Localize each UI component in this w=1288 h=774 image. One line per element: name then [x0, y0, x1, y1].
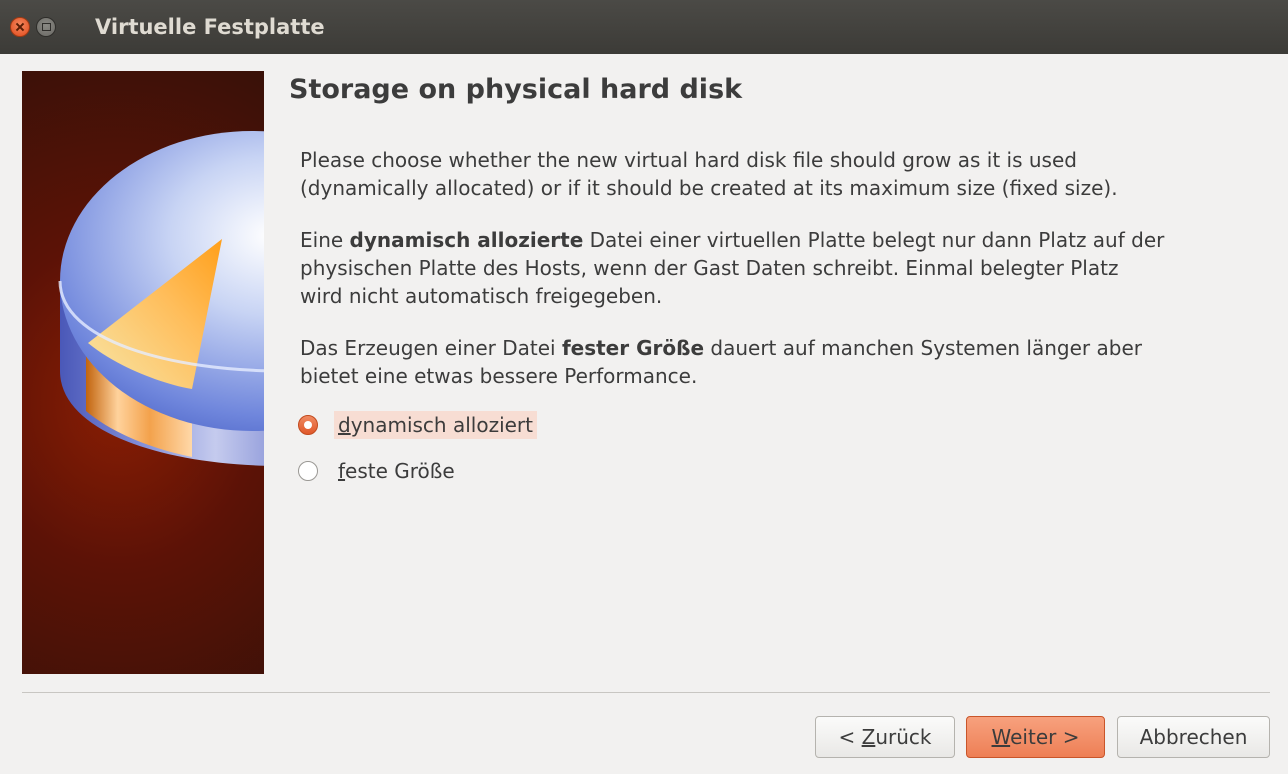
- maximize-icon[interactable]: [36, 17, 56, 37]
- description-line: (dynamically allocated) or if it should …: [300, 176, 1118, 200]
- description-paragraph-2: Eine dynamisch allozierte Datei einer vi…: [300, 226, 1270, 310]
- radio-fixed-option[interactable]: feste Größe: [298, 454, 459, 488]
- radio-dynamic-option[interactable]: dynamisch alloziert: [298, 408, 537, 442]
- page-title: Storage on physical hard disk: [289, 74, 743, 105]
- hard-disk-illustration: [22, 71, 264, 674]
- back-button[interactable]: < Zurück: [815, 716, 955, 758]
- radio-dynamic-label[interactable]: dynamisch alloziert: [334, 411, 537, 439]
- mnemonic-letter: d: [338, 413, 351, 437]
- cancel-button[interactable]: Abbrechen: [1117, 716, 1270, 758]
- mnemonic-letter: f: [338, 459, 346, 483]
- description-line: Please choose whether the new virtual ha…: [300, 148, 1077, 172]
- radio-button-selected[interactable]: [298, 415, 318, 435]
- title-bar[interactable]: Virtuelle Festplatte: [0, 0, 1288, 54]
- description-line: physischen Platte des Hosts, wenn der Ga…: [300, 256, 1119, 280]
- text-segment: Eine: [300, 228, 350, 252]
- description-line: Das Erzeugen einer Datei fester Größe da…: [300, 334, 1270, 362]
- mnemonic-letter: Z: [861, 725, 876, 749]
- emphasis-text: dynamisch allozierte: [349, 228, 584, 252]
- description-line: Eine dynamisch allozierte Datei einer vi…: [300, 226, 1270, 254]
- text-segment: dauert auf manchen Systemen länger aber: [704, 336, 1142, 360]
- label-text: <: [838, 725, 862, 749]
- description-line: bietet eine etwas bessere Performance.: [300, 364, 698, 388]
- next-button[interactable]: Weiter >: [966, 716, 1105, 758]
- label-text: eiter >: [1010, 725, 1080, 749]
- dialog-window: Virtuelle Festplatte Storage on physical…: [0, 0, 1288, 774]
- radio-button-unselected[interactable]: [298, 461, 318, 481]
- divider: [22, 692, 1270, 693]
- mnemonic-letter: W: [991, 725, 1011, 749]
- window-title: Virtuelle Festplatte: [95, 15, 325, 39]
- label-text: urück: [875, 725, 932, 749]
- label-text: ynamisch alloziert: [350, 413, 533, 437]
- text-segment: Das Erzeugen einer Datei: [300, 336, 562, 360]
- description-line: wird nicht automatisch freigegeben.: [300, 284, 663, 308]
- description-paragraph-3: Das Erzeugen einer Datei fester Größe da…: [300, 334, 1270, 390]
- emphasis-text: fester Größe: [561, 336, 705, 360]
- description-paragraph-1: Please choose whether the new virtual ha…: [300, 146, 1270, 202]
- label-text: este Größe: [345, 459, 455, 483]
- text-segment: Datei einer virtuellen Platte belegt nur…: [583, 228, 1165, 252]
- radio-fixed-label[interactable]: feste Größe: [334, 457, 459, 485]
- close-icon[interactable]: [10, 17, 30, 37]
